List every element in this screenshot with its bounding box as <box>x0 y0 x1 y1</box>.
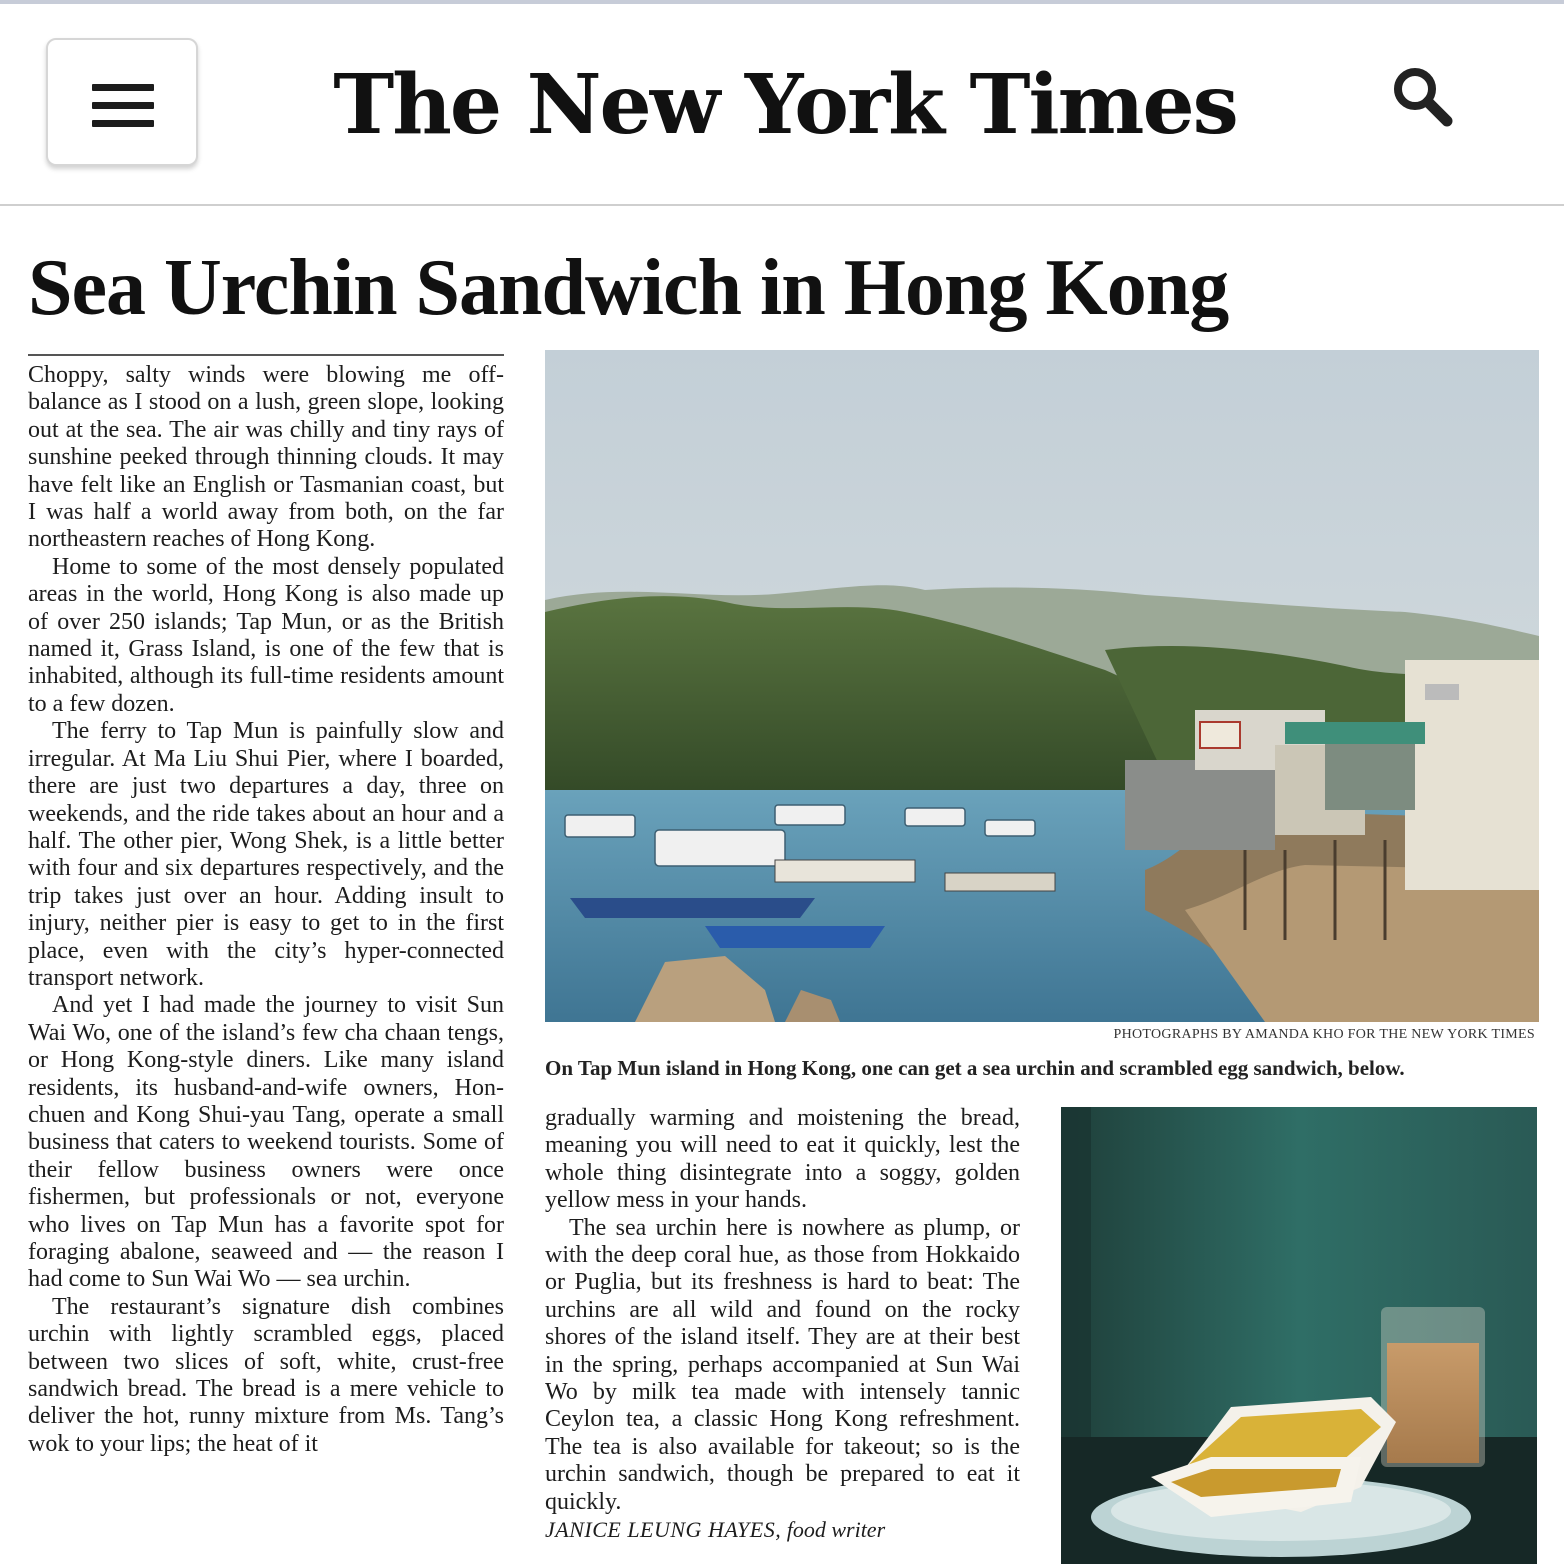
byline: JANICE LEUNG HAYES, food writer <box>545 1516 1020 1543</box>
byline-name: JANICE LEUNG HAYES, <box>545 1517 782 1543</box>
sea-urchin-sandwich-photo[interactable] <box>1061 1107 1537 1564</box>
menu-button[interactable] <box>46 38 198 166</box>
paragraph: The restaurant’s signature dish combines… <box>28 1293 504 1457</box>
byline-role: food writer <box>786 1517 886 1543</box>
paragraph: And yet I had made the journey to visit … <box>28 992 504 1293</box>
article-headline: Sea Urchin Sandwich in Hong Kong <box>28 244 1229 332</box>
search-button[interactable] <box>1388 62 1458 132</box>
photo-credit: PHOTOGRAPHS BY AMANDA KHO FOR THE NEW YO… <box>1113 1027 1535 1042</box>
article-column-2: gradually warming and moistening the bre… <box>545 1105 1020 1564</box>
paragraph: Choppy, salty winds were blowing me off-… <box>28 362 504 553</box>
tap-mun-harbor-photo[interactable] <box>545 350 1539 1022</box>
masthead-bar: The New York Times <box>0 4 1564 206</box>
paragraph: The ferry to Tap Mun is painfully slow a… <box>28 718 504 991</box>
article-column-1: Choppy, salty winds were blowing me off-… <box>28 362 504 1564</box>
paragraph: gradually warming and moistening the bre… <box>545 1105 1020 1214</box>
search-icon <box>1394 68 1453 127</box>
masthead-logo[interactable]: The New York Times <box>330 50 1240 160</box>
paragraph: Home to some of the most densely populat… <box>28 553 504 717</box>
column-rule <box>28 354 504 356</box>
paragraph: The sea urchin here is nowhere as plump,… <box>545 1214 1020 1515</box>
photo-caption: On Tap Mun island in Hong Kong, one can … <box>545 1056 1405 1080</box>
